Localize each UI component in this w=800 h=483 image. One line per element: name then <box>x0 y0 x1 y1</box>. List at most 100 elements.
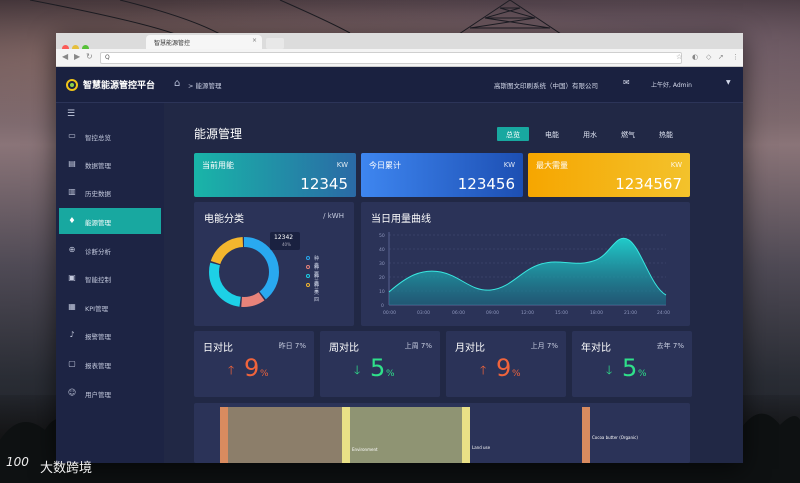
menu-icon[interactable]: ☰ <box>67 109 75 119</box>
address-search-icon: Q <box>105 54 110 61</box>
tab-electricity[interactable]: 电能 <box>537 127 567 141</box>
legend-label: 种类四 <box>314 283 320 303</box>
reload-icon[interactable]: ↻ <box>86 52 93 61</box>
kpi-label: 当前用能 <box>202 161 234 170</box>
browser-window: 智慧能源管控 × ◀ ▶ ↻ Q ☆ ◐ ◇ ➚ ⋮ 智慧能源管控平台 ⌂ > … <box>56 33 743 463</box>
x-tick: 03:00 <box>417 310 430 316</box>
breakdown-bar <box>462 407 470 463</box>
y-tick: 30 <box>379 261 385 267</box>
x-tick: 09:00 <box>486 310 499 316</box>
sidebar-item-label: 报表管理 <box>85 362 111 370</box>
x-tick: 00:00 <box>383 310 396 316</box>
sidebar-item-data[interactable]: ▤ 数据管理 <box>59 151 161 177</box>
compare-reference: 上周 7% <box>404 342 432 350</box>
sidebar-item-label: 智控总览 <box>85 134 111 142</box>
close-tab-icon[interactable]: × <box>252 37 257 44</box>
compare-value: 9 <box>496 354 512 382</box>
sidebar-item-energy[interactable]: ♦ 能源管理 <box>59 208 161 234</box>
bookmark-star-icon[interactable]: ☆ <box>676 53 682 61</box>
bottom-breakdown-panel: Environment Land use Cocoa butter (Organ… <box>194 403 690 463</box>
compare-reference: 昨日 7% <box>278 342 306 350</box>
legend-swatch <box>306 265 310 269</box>
sidebar-item-users[interactable]: ☺ 用户管理 <box>59 380 161 406</box>
share-icon[interactable]: ➚ <box>718 53 724 61</box>
compare-card-week: 周对比 上周 7% 🡓 5 % <box>320 331 440 397</box>
compare-card-day: 日对比 昨日 7% 🡑 9 % <box>194 331 314 397</box>
bell-icon: ♪ <box>69 330 75 339</box>
compare-percent-sign: % <box>512 369 521 379</box>
company-name: 高斯图文印刷系统（中国）有限公司 <box>494 82 598 90</box>
donut-tooltip: 12342 40% <box>270 232 300 250</box>
browser-tab[interactable]: 智慧能源管控 × <box>146 35 262 49</box>
compare-title: 周对比 <box>329 343 359 354</box>
x-tick: 24:00 <box>657 310 670 316</box>
home-icon[interactable]: ⌂ <box>174 78 180 89</box>
kpi-card-max-demand: 最大需量 KW 1234567 <box>528 153 690 197</box>
sidebar-item-diagnosis[interactable]: ⊕ 诊断分析 <box>59 237 161 263</box>
compare-percent-sign: % <box>260 369 269 379</box>
x-tick: 12:00 <box>521 310 534 316</box>
usage-area <box>389 238 666 305</box>
sidebar-item-label: 历史数据 <box>85 190 111 198</box>
tab-gas[interactable]: 燃气 <box>613 127 643 141</box>
app-root: 智慧能源管控平台 ⌂ > 能源管理 高斯图文印刷系统（中国）有限公司 ✉ 上午好… <box>56 67 743 463</box>
compare-value: 9 <box>244 354 260 382</box>
arrow-down-icon: 🡓 <box>354 363 361 377</box>
compare-reference: 去年 7% <box>656 342 684 350</box>
arrow-up-icon: 🡑 <box>228 363 235 377</box>
y-tick: 20 <box>379 275 385 281</box>
x-tick: 18:00 <box>590 310 603 316</box>
sidebar-item-label: 智能控制 <box>85 276 111 284</box>
breadcrumb: > 能源管理 <box>188 82 222 90</box>
document-icon: ▤ <box>68 159 76 168</box>
sidebar-item-report[interactable]: ▢ 报表管理 <box>59 351 161 377</box>
kpi-value: 123456 <box>457 175 515 193</box>
compare-value: 5 <box>370 354 386 382</box>
user-greeting[interactable]: 上午好, Admin <box>651 80 692 89</box>
y-tick: 50 <box>379 233 385 239</box>
sidebar-item-control[interactable]: ▣ 智能控制 <box>59 265 161 291</box>
forward-icon[interactable]: ▶ <box>74 52 80 61</box>
watermark-logo: 100 <box>6 455 29 469</box>
energy-category-panel: 电能分类 / kWH 12342 40% 种类一 种类二 种类三 种类四 <box>194 202 354 326</box>
logo-icon <box>66 79 78 91</box>
sidebar: ☰ ▭ 智控总览 ▤ 数据管理 ▥ 历史数据 ♦ 能源管理 ⊕ 诊断分析 ▣ 智… <box>56 103 164 463</box>
sidebar-item-overview[interactable]: ▭ 智控总览 <box>59 123 161 149</box>
tab-overview[interactable]: 总览 <box>497 127 529 141</box>
tooltip-percent: 40% <box>282 242 291 247</box>
sidebar-item-history[interactable]: ▥ 历史数据 <box>59 179 161 205</box>
sidebar-item-label: 用户管理 <box>85 391 111 399</box>
back-icon[interactable]: ◀ <box>62 52 68 61</box>
page-title: 能源管理 <box>194 127 243 141</box>
diagnosis-icon: ⊕ <box>68 245 76 254</box>
bar-label: Environment <box>352 447 378 452</box>
sidebar-item-alarm[interactable]: ♪ 报警管理 <box>59 322 161 348</box>
mail-icon[interactable]: ✉ <box>623 78 630 87</box>
legend-swatch <box>306 274 310 278</box>
tab-water[interactable]: 用水 <box>575 127 605 141</box>
caret-down-icon[interactable]: ▼ <box>726 79 731 86</box>
compare-percent-sign: % <box>638 369 647 379</box>
compare-card-month: 月对比 上月 7% 🡑 9 % <box>446 331 566 397</box>
breakdown-bar <box>582 407 590 463</box>
sidebar-item-label: 诊断分析 <box>85 248 111 256</box>
browser-menu-icon[interactable]: ⋮ <box>732 53 739 61</box>
daily-usage-chart: 50 40 30 20 10 0 00:00 03:00 06:00 09:00… <box>379 232 670 316</box>
compare-percent-sign: % <box>386 369 395 379</box>
address-bar[interactable]: Q <box>100 52 682 64</box>
droplet-icon: ♦ <box>68 216 76 225</box>
new-tab-button[interactable] <box>266 38 284 49</box>
bar-label: Land use <box>472 445 491 450</box>
y-tick: 40 <box>379 247 385 253</box>
browser-titlebar: 智慧能源管控 × <box>56 33 743 52</box>
breakdown-bar <box>342 407 350 463</box>
sidebar-item-label: 报警管理 <box>85 333 111 341</box>
top-navigation: 智慧能源管控平台 ⌂ > 能源管理 高斯图文印刷系统（中国）有限公司 ✉ 上午好… <box>56 67 743 103</box>
shield-extension-icon[interactable]: ◐ <box>692 53 698 61</box>
extension-icon[interactable]: ◇ <box>706 53 711 61</box>
sidebar-item-kpi[interactable]: ▦ KPI管理 <box>59 294 161 320</box>
kpi-card-current: 当前用能 KW 12345 <box>194 153 356 197</box>
kpi-unit: KW <box>503 161 515 169</box>
tab-heat[interactable]: 热能 <box>651 127 681 141</box>
kpi-card-today: 今日累计 KW 123456 <box>361 153 523 197</box>
